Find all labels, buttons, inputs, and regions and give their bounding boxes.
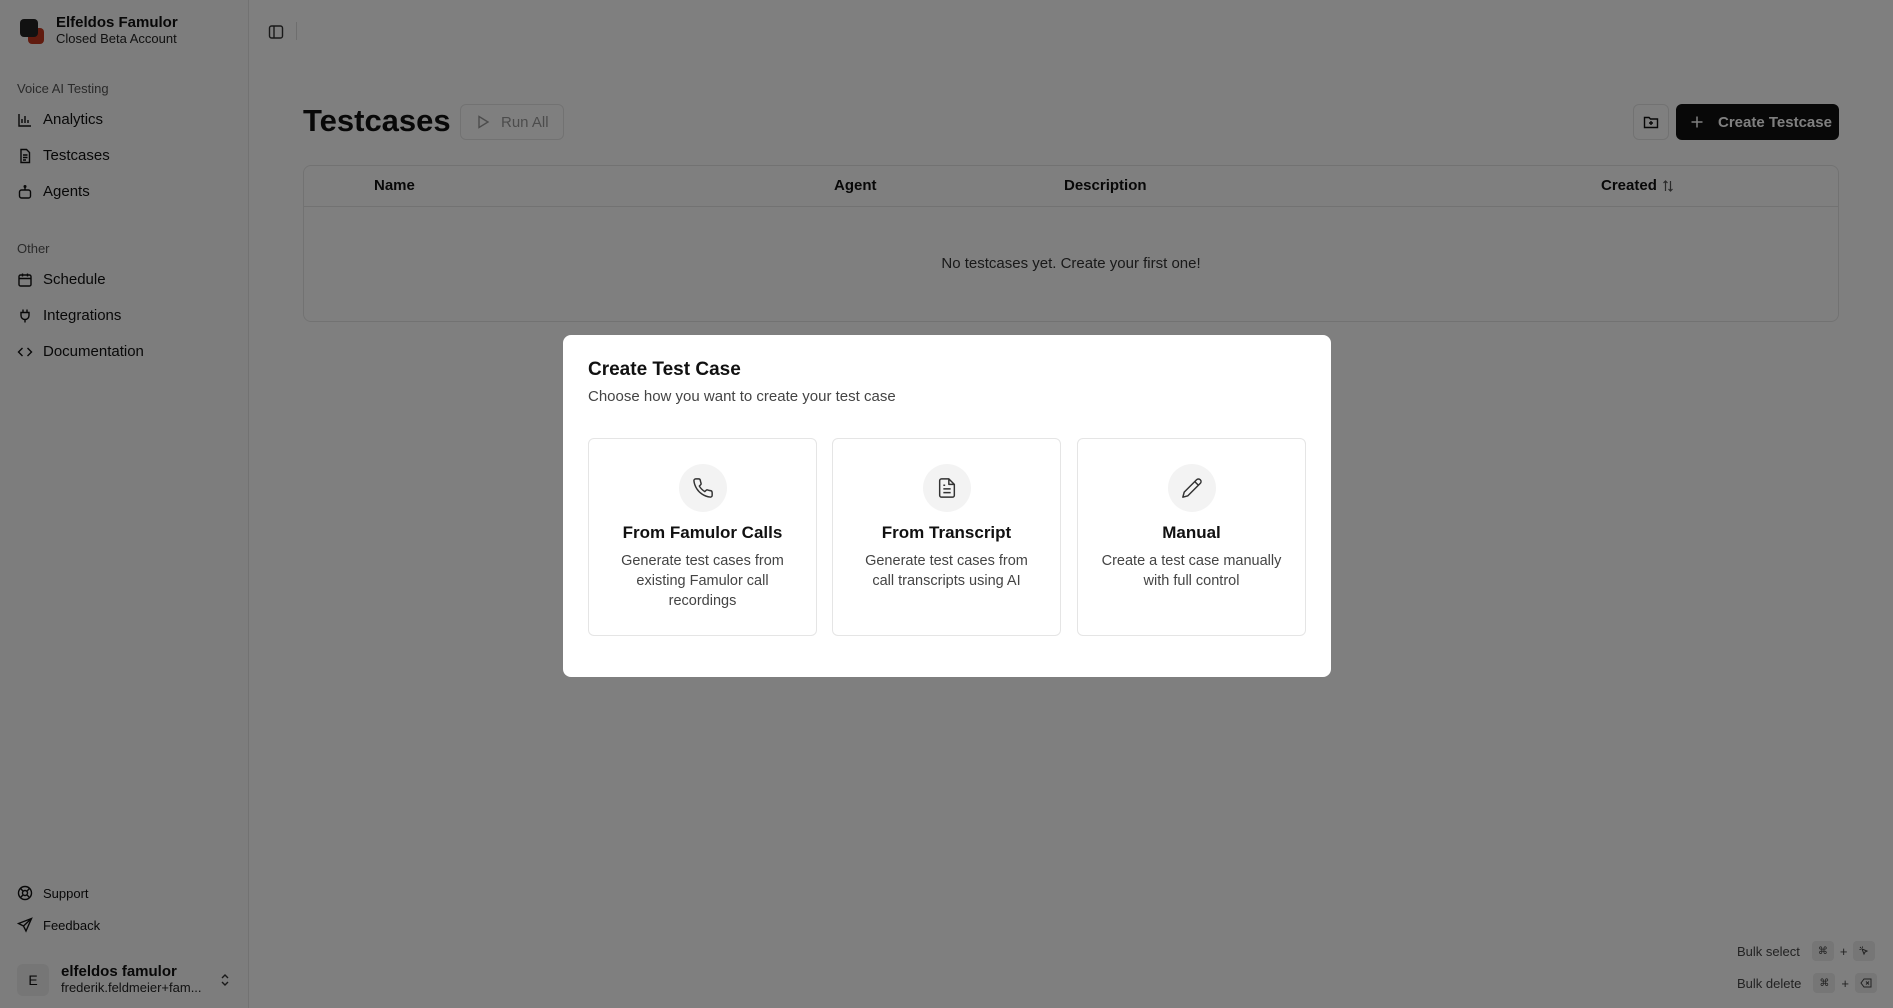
option-title: From Transcript <box>881 523 1012 542</box>
option-title: From Famulor Calls <box>622 523 783 542</box>
dialog-subtitle: Choose how you want to create your test … <box>588 388 896 405</box>
option-description: Generate test cases from call transcript… <box>865 553 1028 589</box>
file-text-icon <box>922 464 971 512</box>
create-test-case-dialog: Create Test Case Choose how you want to … <box>563 335 1331 677</box>
pencil-icon <box>1167 464 1216 512</box>
phone-icon <box>678 464 727 512</box>
dialog-title: Create Test Case <box>588 359 741 380</box>
option-description: Create a test case manually with full co… <box>1101 553 1282 589</box>
option-description: Generate test cases from existing Famulo… <box>621 553 784 609</box>
option-card-manual[interactable]: Manual Create a test case manually with … <box>1077 438 1306 636</box>
option-card-famulor-calls[interactable]: From Famulor Calls Generate test cases f… <box>588 438 817 636</box>
option-title: Manual <box>1162 523 1221 542</box>
option-card-transcript[interactable]: From Transcript Generate test cases from… <box>832 438 1061 636</box>
